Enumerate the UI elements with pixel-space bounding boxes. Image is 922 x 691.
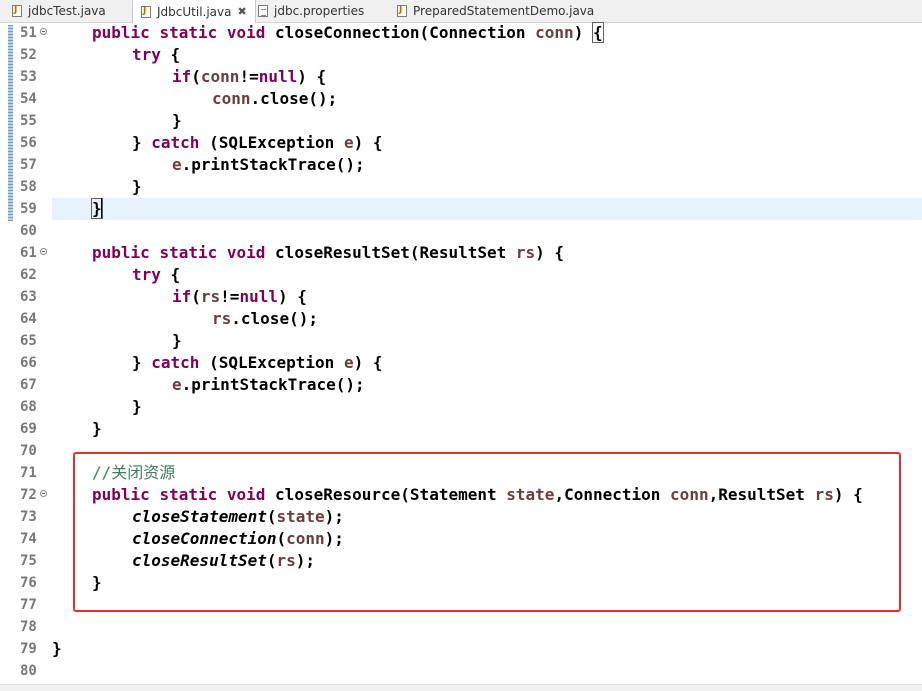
editor-tab-bar: J jdbcTest.java J JdbcUtil.java ✖ jdbc.p…	[0, 0, 922, 23]
code-text: conn.close();	[212, 89, 338, 108]
code-line-78: 78	[0, 616, 922, 638]
line-number: 65	[20, 333, 37, 349]
code-text: }	[132, 177, 142, 196]
code-line-66: 66 } catch (SQLException e) {	[0, 352, 922, 374]
line-number: 53	[20, 69, 37, 85]
code-line-62: 62 try {	[0, 264, 922, 286]
tab-jdbctest[interactable]: J jdbcTest.java	[12, 0, 106, 22]
code-line-54: 54 conn.close();	[0, 88, 922, 110]
red-highlight-box	[73, 452, 901, 612]
line-number: 79	[20, 641, 37, 657]
close-tab-icon[interactable]: ✖	[237, 5, 246, 18]
code-text: }	[52, 639, 62, 658]
code-text: e.printStackTrace();	[172, 375, 365, 394]
line-number: 63	[20, 289, 37, 305]
code-line-80: 80	[0, 660, 922, 682]
tab-label: JdbcUtil.java	[157, 4, 232, 19]
code-line-69: 69 }	[0, 418, 922, 440]
code-line-79: 79 }	[0, 638, 922, 660]
code-text: if(rs!=null) {	[172, 287, 307, 306]
properties-file-icon	[258, 5, 268, 17]
tab-jdbc-properties[interactable]: jdbc.properties	[258, 0, 364, 22]
line-number: 56	[20, 135, 37, 151]
code-line-57: 57 e.printStackTrace();	[0, 154, 922, 176]
text-caret	[101, 198, 102, 218]
code-line-63: 63 if(rs!=null) {	[0, 286, 922, 308]
line-number: 66	[20, 355, 37, 371]
code-line-67: 67 e.printStackTrace();	[0, 374, 922, 396]
tab-preparedstatementdemo[interactable]: J PreparedStatementDemo.java	[397, 0, 594, 22]
line-number: 52	[20, 47, 37, 63]
code-text: }	[92, 419, 102, 438]
code-text: e.printStackTrace();	[172, 155, 365, 174]
code-text: try {	[132, 265, 181, 284]
code-text: }	[172, 331, 182, 350]
code-text: } catch (SQLException e) {	[132, 133, 383, 152]
line-number: 57	[20, 157, 37, 173]
line-number: 60	[20, 223, 37, 239]
code-line-59: 59 }	[0, 198, 922, 220]
line-number: 75	[20, 553, 37, 569]
java-file-icon: J	[397, 5, 407, 17]
line-number: 69	[20, 421, 37, 437]
line-number: 78	[20, 619, 37, 635]
code-line-51: 51 public static void closeConnection(Co…	[0, 22, 922, 44]
line-number: 80	[20, 663, 37, 679]
line-number: 73	[20, 509, 37, 525]
line-number: 67	[20, 377, 37, 393]
code-line-56: 56 } catch (SQLException e) {	[0, 132, 922, 154]
code-line-55: 55 }	[0, 110, 922, 132]
code-line-61: 61 public static void closeResultSet(Res…	[0, 242, 922, 264]
collapse-fold-icon[interactable]	[40, 28, 47, 35]
tab-label: jdbcTest.java	[28, 4, 106, 18]
code-text: }	[132, 397, 142, 416]
code-line-52: 52 try {	[0, 44, 922, 66]
java-file-icon: J	[141, 5, 151, 18]
code-line-64: 64 rs.close();	[0, 308, 922, 330]
code-line-58: 58 }	[0, 176, 922, 198]
line-number: 58	[20, 179, 37, 195]
tab-label: PreparedStatementDemo.java	[413, 4, 595, 18]
code-line-65: 65 }	[0, 330, 922, 352]
line-number: 64	[20, 311, 37, 327]
code-text: if(conn!=null) {	[172, 67, 327, 86]
java-file-icon: J	[12, 5, 22, 17]
line-number: 70	[20, 443, 37, 459]
code-text: rs.close();	[212, 309, 318, 328]
collapse-fold-icon[interactable]	[40, 248, 47, 255]
code-text: public static void closeConnection(Conne…	[92, 22, 604, 43]
tab-jdbcutil[interactable]: J JdbcUtil.java ✖	[132, 0, 256, 23]
collapse-fold-icon[interactable]	[40, 490, 47, 497]
code-text: }	[172, 111, 182, 130]
code-text: public static void closeResultSet(Result…	[92, 243, 565, 262]
code-text: } catch (SQLException e) {	[132, 353, 383, 372]
line-number: 68	[20, 399, 37, 415]
line-number: 71	[20, 465, 37, 481]
code-line-53: 53 if(conn!=null) {	[0, 66, 922, 88]
line-number: 76	[20, 575, 37, 591]
line-number: 54	[20, 91, 37, 107]
tab-label: jdbc.properties	[274, 4, 365, 18]
line-number: 74	[20, 531, 37, 547]
code-line-68: 68 }	[0, 396, 922, 418]
line-number: 59	[20, 201, 37, 217]
code-text: try {	[132, 45, 181, 64]
line-number: 77	[20, 597, 37, 613]
line-number: 62	[20, 267, 37, 283]
code-editor[interactable]: 51 public static void closeConnection(Co…	[0, 22, 922, 691]
code-line-60: 60	[0, 220, 922, 242]
line-number: 55	[20, 113, 37, 129]
